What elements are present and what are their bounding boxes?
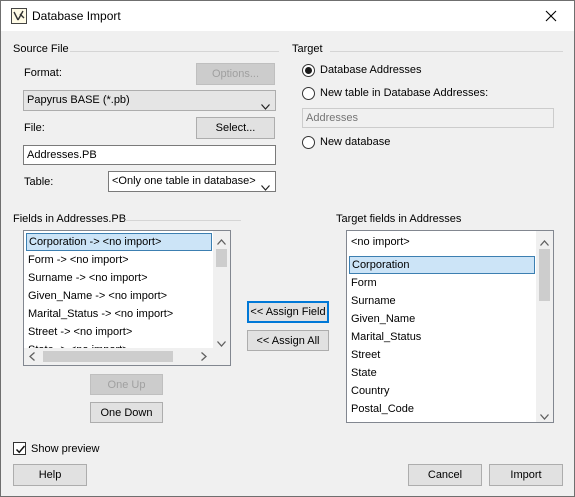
scrollbar-thumb[interactable]	[216, 249, 227, 267]
help-button[interactable]: Help	[13, 464, 87, 486]
list-item[interactable]: Country	[349, 382, 535, 400]
list-item[interactable]: Form	[349, 274, 535, 292]
fields-source-label: Fields in Addresses.PB	[13, 213, 127, 225]
format-label: Format:	[24, 67, 62, 79]
list-item[interactable]: Marital_Status -> <no import>	[26, 305, 212, 323]
list-item[interactable]: Street	[349, 346, 535, 364]
chevron-down-icon	[261, 98, 270, 117]
radio-new-table-label[interactable]: New table in Database Addresses:	[320, 87, 488, 99]
file-label: File:	[24, 122, 45, 134]
show-preview-label[interactable]: Show preview	[31, 443, 99, 455]
source-file-group-label: Source File	[13, 43, 69, 55]
list-item[interactable]: Given_Name -> <no import>	[26, 287, 212, 305]
chevron-down-icon	[261, 179, 270, 198]
format-value: Papyrus BASE (*.pb)	[27, 94, 130, 106]
file-field[interactable]: Addresses.PB	[23, 145, 276, 165]
source-file-group-divider	[70, 51, 279, 52]
scrollbar-thumb[interactable]	[43, 351, 173, 362]
target-fields-vertical-scrollbar[interactable]	[536, 231, 553, 422]
one-up-button[interactable]: One Up	[90, 374, 163, 395]
show-preview-checkbox[interactable]	[13, 442, 26, 455]
close-button[interactable]	[528, 1, 574, 31]
select-file-button[interactable]: Select...	[196, 117, 275, 139]
table-label: Table:	[24, 176, 54, 188]
list-item[interactable]: Marital_Status	[349, 328, 535, 346]
scroll-left-arrow-icon[interactable]	[29, 352, 35, 364]
format-dropdown[interactable]: Papyrus BASE (*.pb)	[23, 90, 276, 111]
database-import-dialog: Database Import Source File Format: Opti…	[0, 0, 575, 497]
target-group-label: Target	[292, 43, 323, 55]
file-value: Addresses.PB	[27, 149, 97, 161]
radio-database-addresses[interactable]	[302, 64, 315, 77]
radio-new-database-label[interactable]: New database	[320, 136, 390, 148]
list-item[interactable]: Surname	[349, 292, 535, 310]
assign-all-button[interactable]: << Assign All	[247, 330, 329, 351]
source-fields-list[interactable]: Corporation -> <no import> Form -> <no i…	[23, 230, 231, 366]
table-dropdown[interactable]: <Only one table in database>	[108, 171, 276, 192]
app-icon	[11, 8, 27, 24]
radio-new-database[interactable]	[302, 136, 315, 149]
cancel-button[interactable]: Cancel	[408, 464, 482, 486]
target-fields-label: Target fields in Addresses	[336, 213, 462, 225]
list-item[interactable]: Street -> <no import>	[26, 323, 212, 341]
assign-field-button[interactable]: << Assign Field	[247, 301, 329, 323]
radio-new-table[interactable]	[302, 87, 315, 100]
list-item[interactable]: Corporation -> <no import>	[26, 233, 212, 251]
target-group-divider	[330, 51, 563, 52]
list-item[interactable]: State	[349, 364, 535, 382]
import-button[interactable]: Import	[489, 464, 563, 486]
window-title: Database Import	[32, 9, 121, 23]
scroll-down-arrow-icon[interactable]	[540, 411, 549, 422]
scroll-right-arrow-icon[interactable]	[201, 352, 207, 364]
list-item[interactable]: Postal_Code	[349, 400, 535, 418]
one-down-button[interactable]: One Down	[90, 402, 163, 423]
radio-database-addresses-label[interactable]: Database Addresses	[320, 64, 422, 76]
source-fields-horizontal-scrollbar[interactable]	[24, 348, 213, 365]
list-item[interactable]: <no import>	[349, 233, 535, 251]
new-table-name-input[interactable]	[302, 108, 554, 128]
target-fields-list[interactable]: <no import> Corporation Form Surname Giv…	[346, 230, 554, 423]
title-bar[interactable]: Database Import	[1, 1, 574, 31]
options-button[interactable]: Options...	[196, 63, 275, 85]
scroll-up-arrow-icon[interactable]	[540, 237, 549, 249]
table-value: <Only one table in database>	[112, 175, 256, 187]
list-item[interactable]: Given_Name	[349, 310, 535, 328]
scrollbar-corner	[213, 348, 230, 365]
scrollbar-thumb[interactable]	[539, 249, 550, 301]
source-fields-vertical-scrollbar[interactable]	[213, 231, 230, 349]
list-item[interactable]: Corporation	[349, 256, 535, 274]
list-item[interactable]: Surname -> <no import>	[26, 269, 212, 287]
fields-group-divider	[125, 220, 241, 221]
list-item[interactable]: Form -> <no import>	[26, 251, 212, 269]
scroll-up-arrow-icon[interactable]	[217, 236, 226, 248]
